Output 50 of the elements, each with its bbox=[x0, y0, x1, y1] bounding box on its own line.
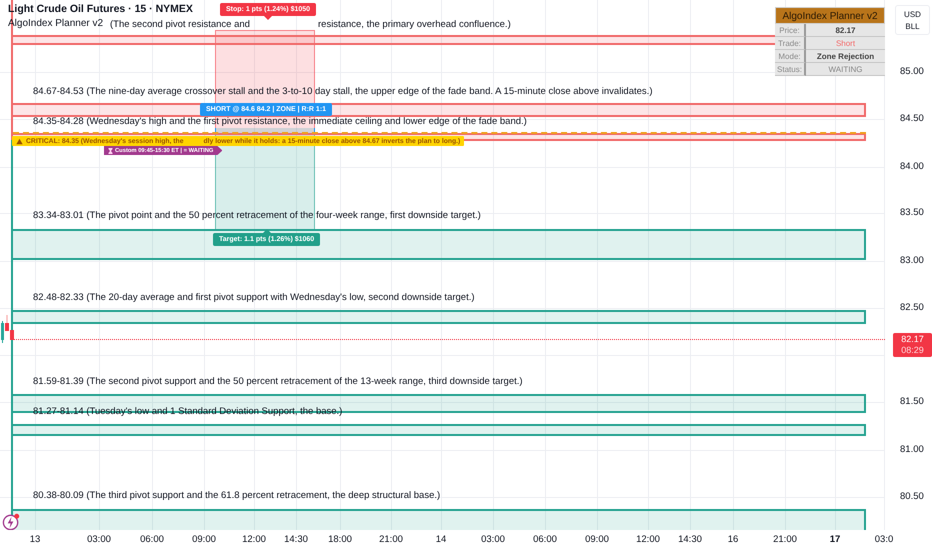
lightning-icon[interactable] bbox=[2, 512, 21, 530]
time-label: 03:00 bbox=[87, 534, 111, 545]
zone-label: 84.35-84.28 (Wednesday's high and the first pivot resistance, the immediate ceiling and lower edge of the fade band.) bbox=[33, 116, 527, 127]
time-label: 13 bbox=[30, 534, 40, 545]
time-label: 06:00 bbox=[140, 534, 164, 545]
panel-label: Trade: bbox=[775, 37, 806, 50]
panel-value: Zone Rejection bbox=[806, 50, 885, 63]
price-tick-label: 80.50 bbox=[900, 491, 924, 502]
time-label: 21:00 bbox=[773, 534, 797, 545]
time-label: 12:00 bbox=[242, 534, 266, 545]
time-label: 06:00 bbox=[533, 534, 557, 545]
time-label: 21:00 bbox=[379, 534, 403, 545]
zone-label: 82.48-82.33 (The 20-day average and first pivot support with Wednesday's low, second downside target.) bbox=[33, 292, 475, 303]
warning-icon bbox=[16, 138, 23, 144]
zone-label: (The second pivot resistance and bbox=[110, 19, 250, 30]
price-tick-label: 81.50 bbox=[900, 396, 924, 407]
currency-button[interactable]: USD BLL bbox=[895, 5, 930, 35]
time-label: 17 bbox=[830, 534, 840, 545]
zone-label: 84.67-84.53 (The nine-day average crossover stall and the 3-to-10 day stall, the upper edge of the fade band. A 15-minute close above invalidates.) bbox=[33, 86, 652, 97]
time-label: 03:0 bbox=[874, 534, 894, 545]
price-tick-label: 83.50 bbox=[900, 207, 924, 218]
time-label: 14:30 bbox=[678, 534, 702, 545]
price-tick-label: 85.00 bbox=[900, 66, 924, 77]
price-tick-label: 84.00 bbox=[900, 161, 924, 172]
panel-label: Price: bbox=[775, 24, 806, 37]
price-tick-label: 84.50 bbox=[900, 113, 924, 124]
hourglass-icon bbox=[108, 148, 113, 154]
time-label: 18:00 bbox=[328, 534, 352, 545]
time-label: 09:00 bbox=[585, 534, 609, 545]
panel-label: Mode: bbox=[775, 50, 806, 63]
zone-label: 81.59-81.39 (The second pivot support and the 50 percent retracement of the 13-week range, third downside target.) bbox=[33, 376, 523, 387]
panel-label: Status: bbox=[775, 63, 806, 76]
time-label: 09:00 bbox=[192, 534, 216, 545]
time-label: 14:30 bbox=[284, 534, 308, 545]
time-label: 14 bbox=[436, 534, 446, 545]
time-label: 12:00 bbox=[636, 534, 660, 545]
price-tick-label: 83.00 bbox=[900, 255, 924, 266]
time-label: 03:00 bbox=[481, 534, 505, 545]
current-price: 82.17 bbox=[901, 334, 924, 345]
panel-value: Short bbox=[806, 37, 885, 50]
price-tick-label: 81.00 bbox=[900, 444, 924, 455]
panel-value: 82.17 bbox=[806, 24, 885, 37]
zone-label: 83.34-83.01 (The pivot point and the 50 percent retracement of the four-week range, first downside target.) bbox=[33, 210, 481, 221]
panel-value: WAITING bbox=[806, 63, 885, 76]
time-label: 16 bbox=[728, 534, 738, 545]
panel-title: AlgoIndex Planner v2 bbox=[775, 7, 885, 24]
countdown-timer: 08:29 bbox=[901, 345, 924, 356]
zone-label: resistance, the primary overhead confluence.) bbox=[318, 19, 511, 30]
zone-label: 80.38-80.09 (The third pivot support and the 61.8 percent retracement, the deep structural base.) bbox=[33, 490, 440, 501]
price-tick-label: 82.50 bbox=[900, 302, 924, 313]
